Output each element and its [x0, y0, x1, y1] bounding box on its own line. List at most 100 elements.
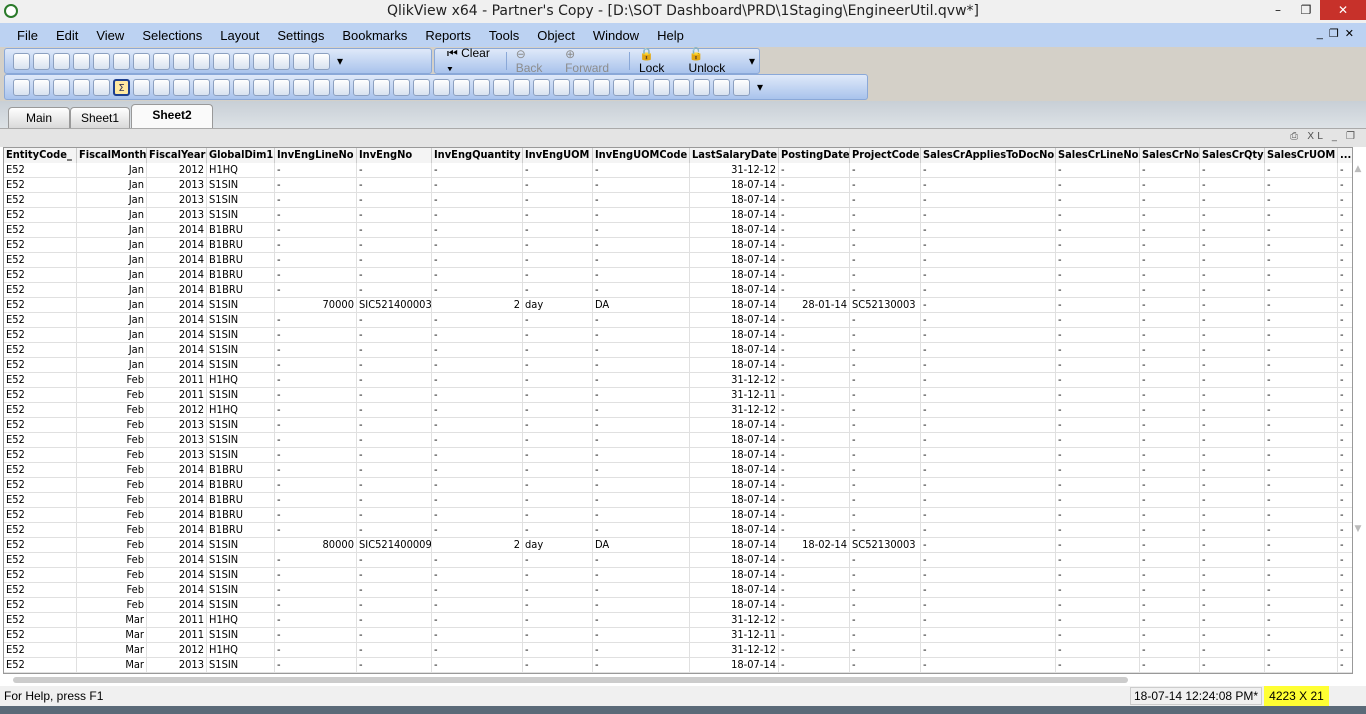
table-row[interactable]: E52 Jan 2014 S1SIN - - - - -18-07-14- - - - - - - - [4, 343, 1352, 358]
menu-window[interactable]: Window [584, 28, 648, 43]
redo-icon[interactable] [173, 52, 190, 70]
minimize-button[interactable]: – [1264, 0, 1292, 20]
text-object-icon[interactable] [253, 78, 270, 96]
column-header[interactable]: InvEngUOM [523, 148, 593, 163]
custom-object-icon[interactable] [373, 78, 390, 96]
toolbar-overflow-chevron-icon[interactable]: ▾ [333, 54, 347, 68]
column-header[interactable]: SalesCrLineNo [1056, 148, 1140, 163]
table-row[interactable]: E52 Mar 2013 S1SIN - - - - -18-07-14- - - - - - - - [4, 658, 1352, 673]
tab-sheet2[interactable]: Sheet2 [131, 104, 213, 128]
multibox-icon[interactable] [133, 78, 150, 96]
back-button[interactable]: ⊖ Back [512, 47, 558, 75]
table-box-icon[interactable] [153, 78, 170, 96]
edit-object-icon[interactable] [693, 78, 710, 96]
column-header[interactable]: FiscalMonth [77, 148, 147, 163]
edit-script-icon[interactable] [113, 52, 130, 70]
context-help-icon[interactable] [313, 52, 330, 70]
print-icon[interactable] [93, 52, 110, 70]
align-top-icon[interactable] [553, 78, 570, 96]
users-icon[interactable] [653, 78, 670, 96]
column-header[interactable]: SalesCrNo [1140, 148, 1200, 163]
bookmark-object-icon[interactable] [313, 78, 330, 96]
help-icon[interactable] [293, 52, 310, 70]
column-header[interactable]: SalesCrQty [1200, 148, 1265, 163]
horizontal-scrollbar[interactable] [3, 674, 1353, 686]
new-icon[interactable] [13, 52, 30, 70]
menu-selections[interactable]: Selections [133, 28, 211, 43]
table-row[interactable]: E52 Jan 2014 S1SIN - - - - -18-07-14- - - - - - - - [4, 358, 1352, 373]
column-header[interactable]: PostingDate [779, 148, 850, 163]
listbox-icon[interactable] [93, 78, 110, 96]
menu-layout[interactable]: Layout [211, 28, 268, 43]
properties-icon[interactable] [273, 52, 290, 70]
table-row[interactable]: E52 Jan 2014 S1SIN 70000 SIC521400003 2 day DA 18… [4, 298, 1352, 313]
table-row[interactable]: E52 Feb 2014 B1BRU - - - - -18-07-14- - - - - - - - [4, 523, 1352, 538]
table-row[interactable]: E52 Feb 2014 B1BRU - - - - -18-07-14- - - - - - - - [4, 493, 1352, 508]
button-icon[interactable] [233, 78, 250, 96]
table-row[interactable]: E52 Feb 2014 B1BRU - - - - -18-07-14- - - - - - - - [4, 463, 1352, 478]
table-row[interactable]: E52 Feb 2011 S1SIN - - - - -31-12-11- - - - - - - - [4, 388, 1352, 403]
reload-icon[interactable] [53, 52, 70, 70]
restore-button[interactable]: ❐ [1292, 0, 1320, 20]
column-header[interactable]: InvEngNo [357, 148, 432, 163]
table-row[interactable]: E52 Jan 2014 B1BRU - - - - -18-07-14- - - - - - - - [4, 283, 1352, 298]
tab-main[interactable]: Main [8, 107, 70, 128]
align-middle-icon[interactable] [533, 78, 550, 96]
table-row[interactable]: E52 Feb 2014 S1SIN - - - - -18-07-14- - - - - - - - [4, 598, 1352, 613]
toolbar-overflow-chevron-icon[interactable]: ▾ [745, 54, 759, 68]
sheet-props-icon[interactable] [73, 78, 90, 96]
column-header[interactable]: EntityCode_ [4, 148, 77, 163]
menu-settings[interactable]: Settings [268, 28, 333, 43]
format-painter-icon[interactable] [413, 78, 430, 96]
current-selections-icon[interactable] [213, 78, 230, 96]
table-row[interactable]: E52 Jan 2014 S1SIN - - - - -18-07-14- - - - - - - - [4, 313, 1352, 328]
menu-view[interactable]: View [87, 28, 133, 43]
align-left-icon[interactable] [453, 78, 470, 96]
space-horizontal-icon[interactable] [593, 78, 610, 96]
table-row[interactable]: E52 Feb 2012 H1HQ - - - - -31-12-12- - - - - - - - [4, 403, 1352, 418]
mdi-window-controls[interactable]: _❐✕ [1317, 27, 1360, 40]
column-header[interactable]: InvEngUOMCode [593, 148, 690, 163]
vertical-scrollbar[interactable]: ▲ ▼ [1352, 164, 1364, 674]
column-header[interactable]: SalesCrAppliesToDocNo [921, 148, 1056, 163]
demote-icon[interactable] [53, 78, 70, 96]
table-row[interactable]: E52 Feb 2014 S1SIN - - - - -18-07-14- - - - - - - - [4, 553, 1352, 568]
menu-tools[interactable]: Tools [480, 28, 528, 43]
grid-icon[interactable] [433, 78, 450, 96]
space-vertical-icon[interactable] [573, 78, 590, 96]
object-controls[interactable]: ⎙ XL _ ❐ [1290, 131, 1358, 142]
select-icon[interactable] [213, 52, 230, 70]
menu-object[interactable]: Object [528, 28, 584, 43]
line-arrow-icon[interactable] [273, 78, 290, 96]
column-header[interactable]: ProjectCode [850, 148, 921, 163]
menu-bookmarks[interactable]: Bookmarks [333, 28, 416, 43]
table-row[interactable]: E52 Jan 2012 H1HQ - - - - -31-12-12- - - - - - - - [4, 163, 1352, 178]
column-header[interactable]: ... [1338, 148, 1352, 163]
table-row[interactable]: E52 Jan 2013 S1SIN - - - - -18-07-14- - - - - - - - [4, 208, 1352, 223]
link-icon[interactable] [713, 78, 730, 96]
table-row[interactable]: E52 Jan 2014 B1BRU - - - - -18-07-14- - - - - - - - [4, 268, 1352, 283]
reload-data-icon[interactable] [133, 52, 150, 70]
menu-edit[interactable]: Edit [47, 28, 87, 43]
new-sheet-icon[interactable] [13, 78, 30, 96]
menu-file[interactable]: File [8, 28, 47, 43]
lock-button[interactable]: 🔒Lock [635, 47, 682, 75]
toolbar-overflow-chevron-icon[interactable]: ▾ [753, 80, 767, 94]
forward-button[interactable]: ⊕ Forward [561, 47, 624, 75]
table-row[interactable]: E52 Jan 2014 B1BRU - - - - -18-07-14- - - - - - - - [4, 253, 1352, 268]
table-row[interactable]: E52 Jan 2014 B1BRU - - - - -18-07-14- - - - - - - - [4, 238, 1352, 253]
chart-icon[interactable] [173, 78, 190, 96]
align-right-icon[interactable] [493, 78, 510, 96]
search-object-icon[interactable] [333, 78, 350, 96]
table-row[interactable]: E52 Feb 2014 B1BRU - - - - -18-07-14- - - - - - - - [4, 478, 1352, 493]
promote-icon[interactable] [33, 78, 50, 96]
align-center-icon[interactable] [473, 78, 490, 96]
document-web-icon[interactable] [733, 78, 750, 96]
qlikview-app-icon[interactable] [4, 4, 18, 18]
table-row[interactable]: E52 Feb 2013 S1SIN - - - - -18-07-14- - - - - - - - [4, 433, 1352, 448]
table-row[interactable]: E52 Feb 2014 S1SIN 80000 SIC521400009 2 day DA 18… [4, 538, 1352, 553]
table-row[interactable]: E52 Mar 2011 S1SIN - - - - -31-12-11- - - - - - - - [4, 628, 1352, 643]
table-row[interactable]: E52 Feb 2014 S1SIN - - - - -18-07-14- - - - - - - - [4, 583, 1352, 598]
statistics-box-icon[interactable]: Σ [113, 78, 130, 96]
table-row[interactable]: E52 Jan 2014 S1SIN - - - - -18-07-14- - - - - - - - [4, 328, 1352, 343]
